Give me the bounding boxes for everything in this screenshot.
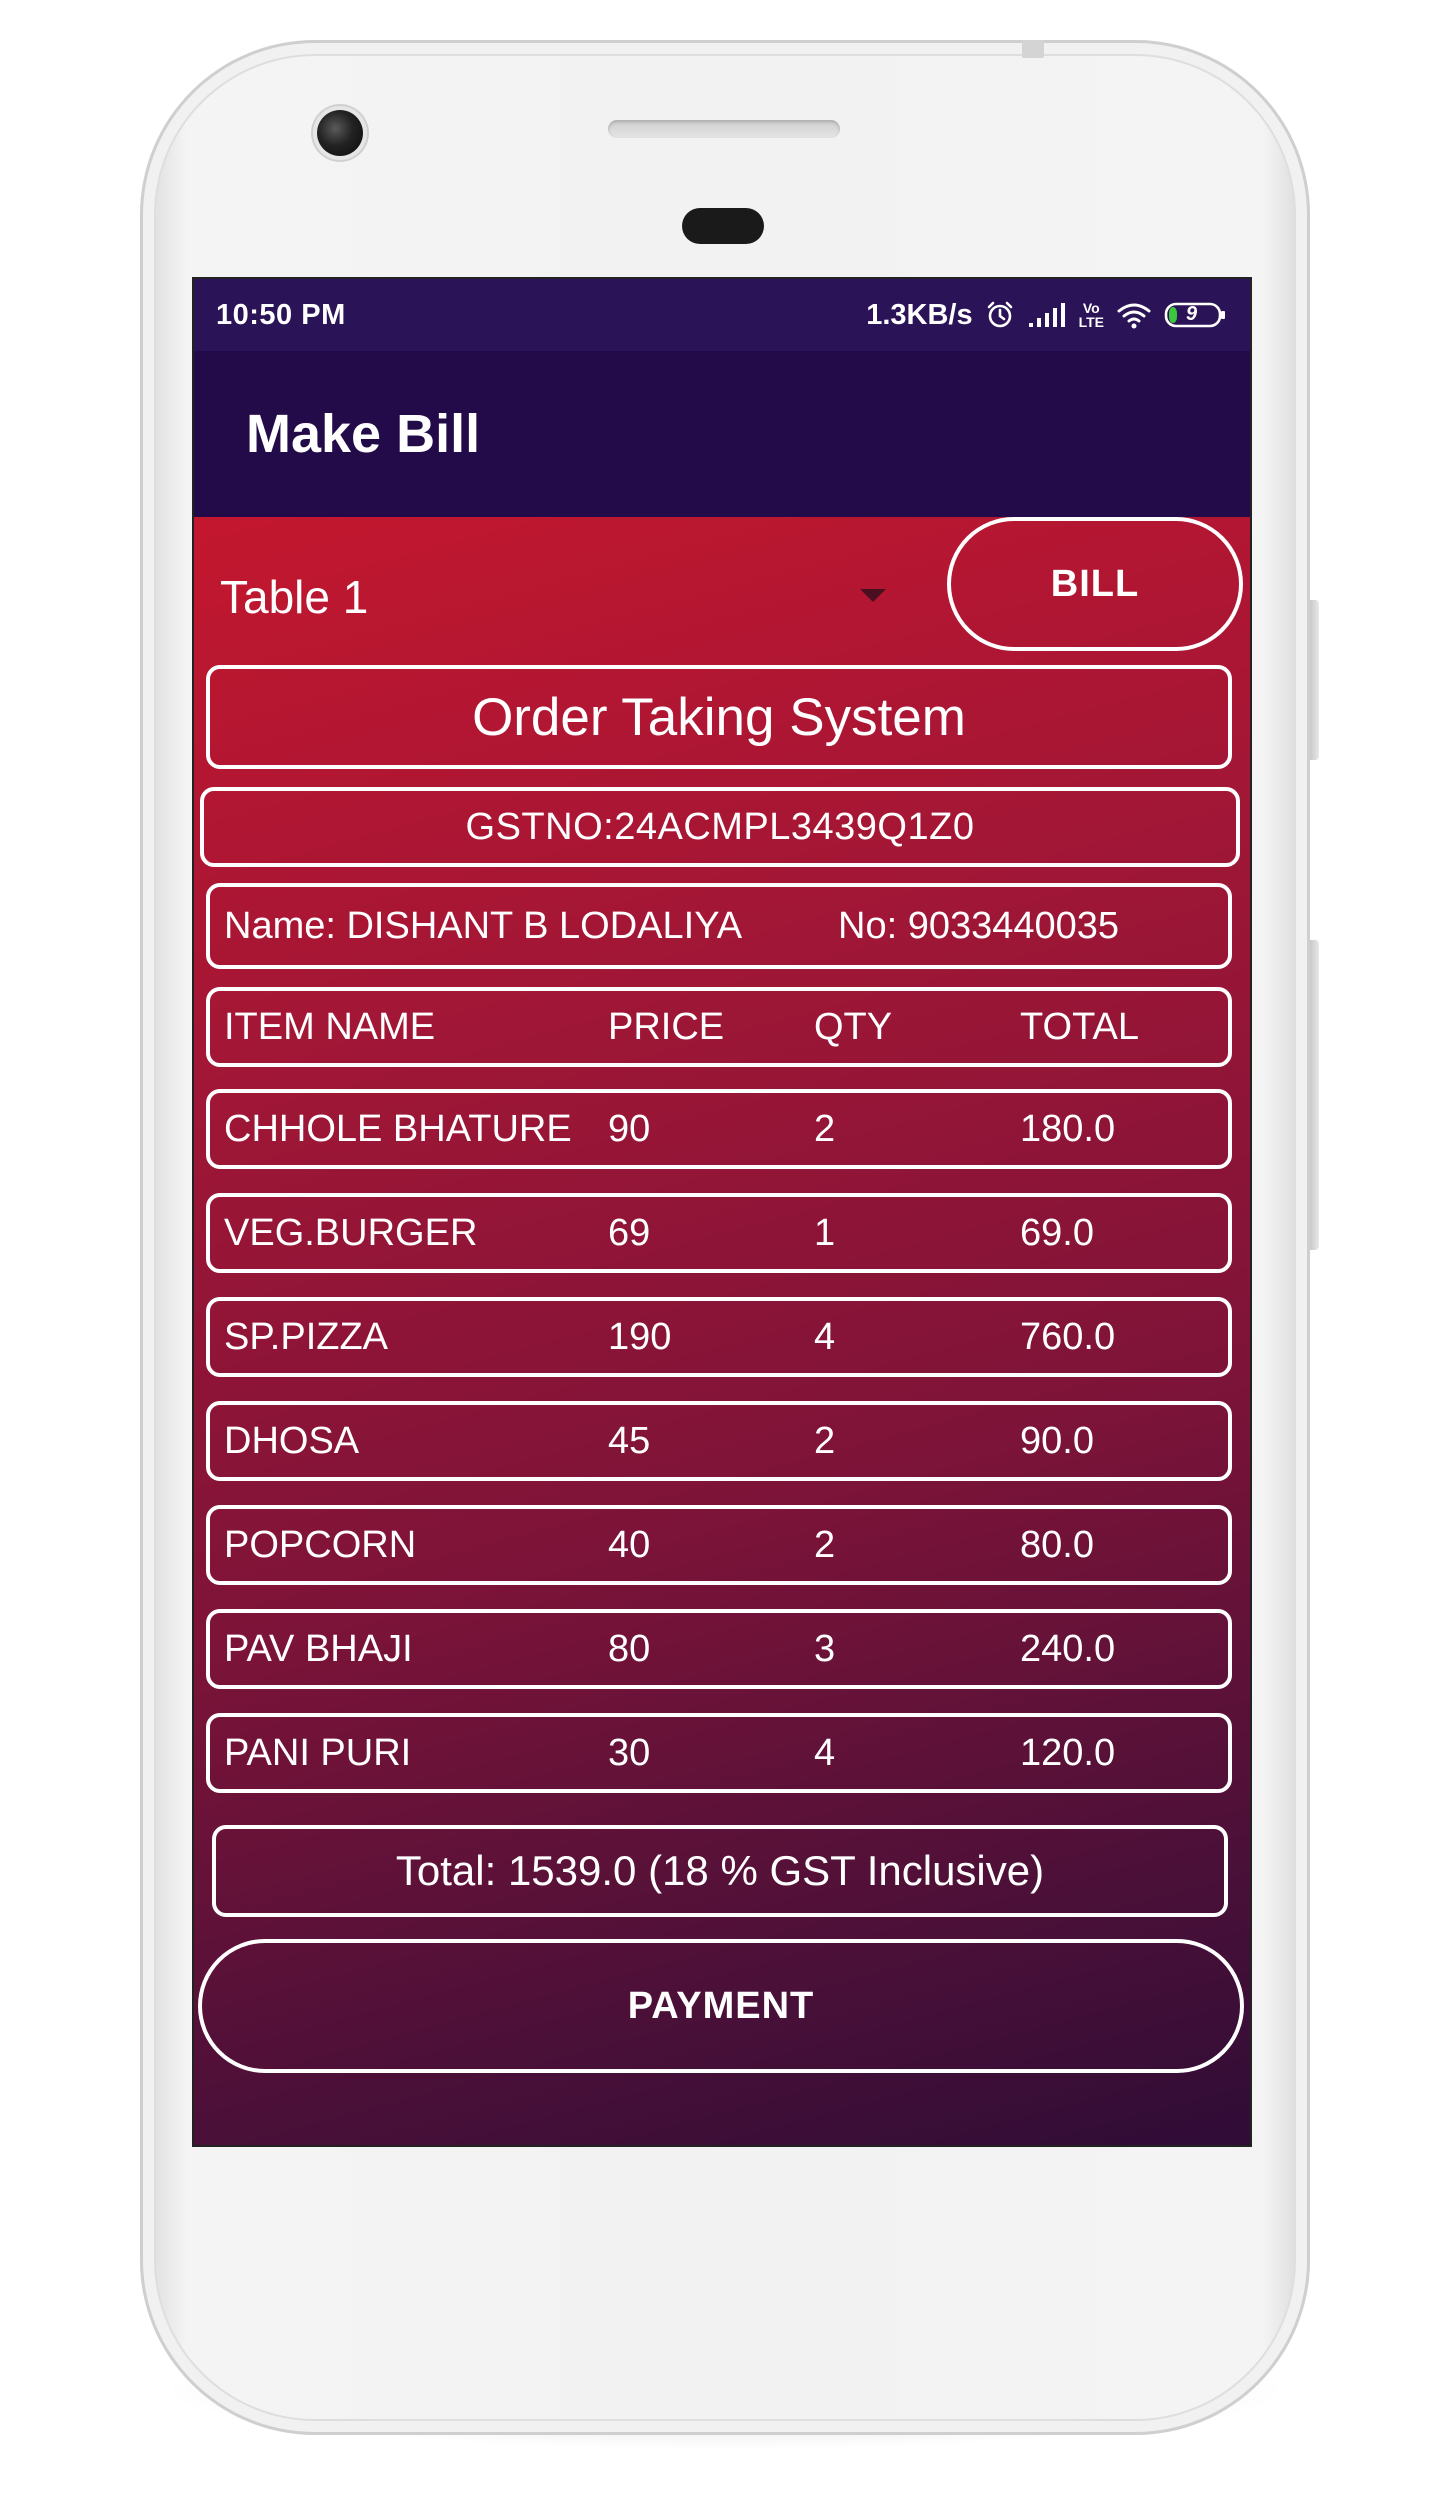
item-name-cell: SP.PIZZA [224, 1315, 389, 1358]
item-price-cell: 45 [608, 1419, 651, 1462]
total-box: Total: 1539.0 (18 % GST Inclusive) [212, 1825, 1228, 1917]
alarm-icon [985, 300, 1015, 330]
item-name-cell: PAV BHAJI [224, 1627, 413, 1670]
page-title: Make Bill [246, 404, 481, 464]
status-time: 10:50 PM [216, 298, 346, 331]
item-qty-cell: 4 [814, 1315, 836, 1358]
volte-label-bottom: LTE [1078, 314, 1104, 330]
table-header-row: ITEM NAME PRICE QTY TOTAL [206, 987, 1232, 1067]
item-price-cell: 30 [608, 1731, 651, 1774]
item-name-cell: CHHOLE BHATURE [224, 1107, 572, 1150]
item-total-cell: 120.0 [1020, 1731, 1116, 1774]
item-qty-cell: 2 [814, 1107, 836, 1150]
chevron-down-icon [860, 589, 886, 602]
item-total-cell: 180.0 [1020, 1107, 1116, 1150]
status-indicators: 1.3KB/s Vo LTE 9 [866, 299, 1228, 332]
customer-name: Name: DISHANT B LODALIYA [224, 904, 743, 947]
table-select-dropdown[interactable]: Table 1 [220, 547, 910, 647]
wifi-icon [1116, 301, 1152, 329]
bill-content: Table 1 BILL Order Taking System GSTNO:2… [194, 517, 1250, 2145]
item-qty-cell: 3 [814, 1627, 836, 1670]
customer-info-box: Name: DISHANT B LODALIYA No: 9033440035 [206, 883, 1232, 969]
item-total-cell: 80.0 [1020, 1523, 1094, 1566]
bill-button[interactable]: BILL [947, 517, 1243, 651]
item-price-cell: 69 [608, 1211, 651, 1254]
column-header-qty: QTY [814, 1005, 893, 1048]
volume-button [1310, 940, 1319, 1250]
status-bar: 10:50 PM 1.3KB/s Vo LTE 9 [194, 279, 1250, 351]
system-title-box: Order Taking System [206, 665, 1232, 769]
system-title: Order Taking System [472, 687, 966, 747]
item-total-cell: 760.0 [1020, 1315, 1116, 1358]
earpiece-speaker [608, 120, 840, 138]
item-price-cell: 40 [608, 1523, 651, 1566]
battery-level: 9 [1186, 303, 1198, 325]
gst-box: GSTNO:24ACMPL3439Q1Z0 [200, 787, 1240, 867]
item-total-cell: 69.0 [1020, 1211, 1094, 1254]
item-name-cell: POPCORN [224, 1523, 417, 1566]
volte-label-top: Vo [1082, 300, 1100, 316]
item-qty-cell: 1 [814, 1211, 836, 1254]
table-row: PAV BHAJI 80 3 240.0 [206, 1609, 1232, 1689]
network-speed: 1.3KB/s [866, 298, 973, 331]
table-row: SP.PIZZA 190 4 760.0 [206, 1297, 1232, 1377]
table-row: DHOSA 45 2 90.0 [206, 1401, 1232, 1481]
table-row: CHHOLE BHATURE 90 2 180.0 [206, 1089, 1232, 1169]
column-header-item-name: ITEM NAME [224, 1005, 436, 1048]
item-price-cell: 190 [608, 1315, 672, 1358]
column-header-price: PRICE [608, 1005, 725, 1048]
grand-total: Total: 1539.0 (18 % GST Inclusive) [395, 1847, 1045, 1894]
item-total-cell: 240.0 [1020, 1627, 1116, 1670]
signal-icon [1027, 301, 1067, 329]
payment-button[interactable]: PAYMENT [198, 1939, 1244, 2073]
item-qty-cell: 2 [814, 1523, 836, 1566]
item-price-cell: 90 [608, 1107, 651, 1150]
item-name-cell: VEG.BURGER [224, 1211, 478, 1254]
app-bar: Make Bill [194, 351, 1250, 517]
front-camera [317, 110, 363, 156]
phone-screen: 10:50 PM 1.3KB/s Vo LTE 9 Make Bill Tabl… [192, 277, 1252, 2147]
item-name-cell: DHOSA [224, 1419, 360, 1462]
table-row: POPCORN 40 2 80.0 [206, 1505, 1232, 1585]
item-price-cell: 80 [608, 1627, 651, 1670]
table-row: PANI PURI 30 4 120.0 [206, 1713, 1232, 1793]
proximity-sensor [682, 208, 764, 244]
battery-icon: 9 [1164, 300, 1228, 330]
customer-phone: No: 9033440035 [838, 904, 1120, 947]
table-select-value: Table 1 [220, 571, 369, 623]
item-total-cell: 90.0 [1020, 1419, 1094, 1462]
table-row: VEG.BURGER 69 1 69.0 [206, 1193, 1232, 1273]
item-name-cell: PANI PURI [224, 1731, 412, 1774]
phone-top-button [1022, 40, 1044, 58]
gst-number: GSTNO:24ACMPL3439Q1Z0 [465, 805, 975, 848]
column-header-total: TOTAL [1020, 1005, 1139, 1048]
volte-icon: Vo LTE [1079, 301, 1104, 329]
item-qty-cell: 4 [814, 1731, 836, 1774]
item-qty-cell: 2 [814, 1419, 836, 1462]
power-button [1310, 600, 1319, 760]
